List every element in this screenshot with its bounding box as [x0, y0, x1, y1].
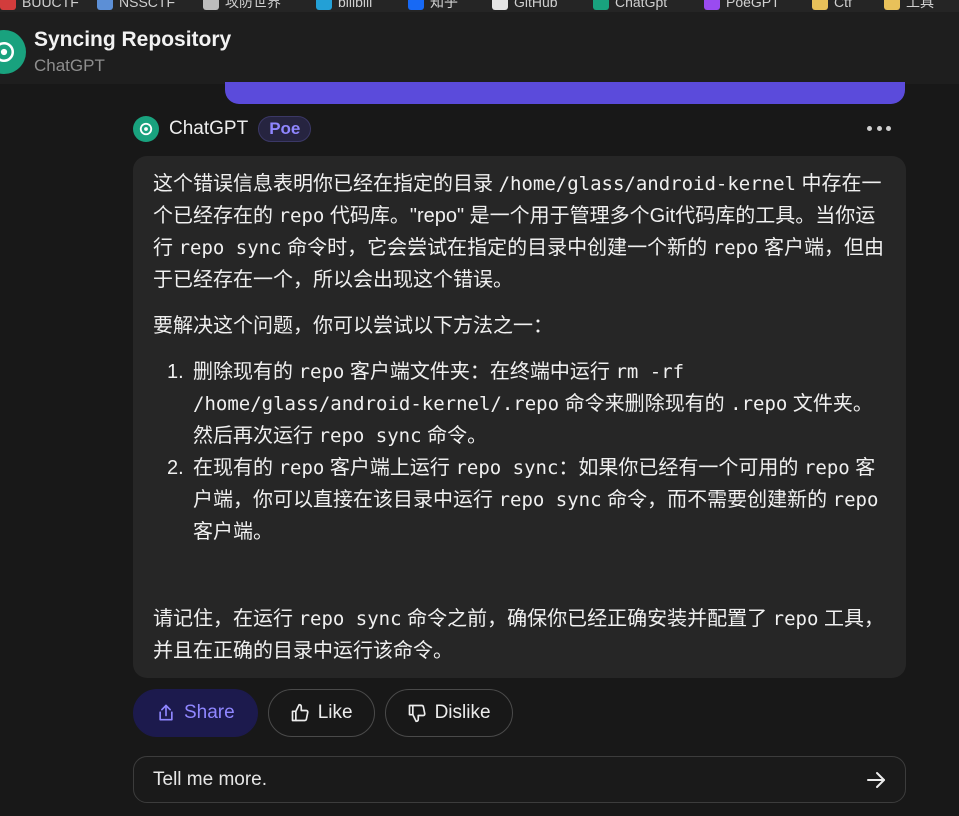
text-run: 请记住，在运行: [153, 608, 299, 630]
send-arrow-icon[interactable]: [862, 766, 890, 794]
message-input[interactable]: [153, 765, 833, 795]
like-button[interactable]: Like: [267, 689, 375, 737]
inline-code: repo: [832, 489, 879, 511]
list-number: 2.: [167, 457, 184, 479]
text-run: 命令，而不需要创建新的: [601, 489, 833, 511]
inline-code: repo: [712, 237, 759, 259]
list-item: 2. 在现有的 repo 客户端上运行 repo sync：如果你已经有一个可用的…: [153, 452, 886, 548]
inline-code: repo sync: [455, 457, 559, 479]
chatgpt-icon: [593, 0, 609, 10]
bookmark-label: 知乎: [430, 0, 458, 10]
chatgpt-avatar-icon[interactable]: [0, 30, 26, 74]
bot-subtitle[interactable]: ChatGPT: [34, 56, 105, 76]
bookmark-item[interactable]: 工具: [884, 0, 934, 12]
thumbs-down-icon: [408, 704, 426, 723]
message-paragraph: 这个错误信息表明你已经在指定的目录 /home/glass/android-ke…: [153, 168, 886, 296]
dislike-label: Dislike: [434, 702, 491, 723]
text-run: 客户端。: [193, 521, 273, 543]
share-label: Share: [184, 702, 235, 723]
bookmark-item[interactable]: NSSCTF: [97, 0, 175, 12]
github-icon: [492, 0, 508, 10]
inline-code: repo sync: [318, 425, 422, 447]
bookmark-item[interactable]: 知乎: [408, 0, 458, 12]
bookmark-label: NSSCTF: [119, 0, 175, 10]
bot-message: 这个错误信息表明你已经在指定的目录 /home/glass/android-ke…: [133, 156, 906, 678]
bookmark-item[interactable]: GitHub: [492, 0, 558, 12]
poe-badge: Poe: [258, 116, 312, 142]
bot-name[interactable]: ChatGPT: [169, 118, 248, 140]
dislike-button[interactable]: Dislike: [384, 689, 513, 737]
text-run: 删除现有的: [193, 361, 299, 383]
text-run: 客户端文件夹：在终端中运行: [344, 361, 616, 383]
folder-icon: [884, 0, 900, 10]
list-number: 1.: [167, 361, 184, 383]
share-button[interactable]: Share: [133, 689, 258, 737]
bookmark-red-icon: [0, 0, 16, 10]
inline-code: repo: [298, 361, 345, 383]
previous-user-message-bubble: [225, 82, 905, 104]
bookmark-label: 工具: [906, 0, 934, 10]
inline-code: .repo: [730, 393, 788, 415]
inline-code: repo sync: [178, 237, 282, 259]
bookmark-item[interactable]: bilibili: [316, 0, 372, 12]
list-item: 1. 删除现有的 repo 客户端文件夹：在终端中运行 rm -rf /home/…: [153, 356, 886, 452]
text-run: 这个错误信息表明你已经在指定的目录: [153, 173, 499, 195]
inline-code: repo: [803, 457, 850, 479]
inline-code: repo: [278, 457, 325, 479]
text-run: 在现有的: [193, 457, 279, 479]
text-run: 命令来删除现有的: [559, 393, 731, 415]
inline-code: repo sync: [298, 608, 402, 630]
text-run: 命令时，它会尝试在指定的目录中创建一个新的: [281, 237, 713, 259]
text-run: 命令之前，确保你已经正确安装并配置了: [401, 608, 773, 630]
bookmarks-bar: BUUCTF NSSCTF 攻防世界 bilibili 知乎 GitHub ChatGpt P…: [0, 0, 959, 12]
poe-icon: [704, 0, 720, 10]
share-icon: [159, 704, 173, 721]
bookmark-label: Ctf: [834, 0, 852, 10]
text-run: 命令。: [421, 425, 488, 447]
message-paragraph: 要解决这个问题，你可以尝试以下方法之一：: [153, 315, 553, 337]
more-options-icon[interactable]: [864, 118, 894, 138]
message-actions: Share Like Dislike: [133, 689, 513, 737]
inline-code: repo: [278, 205, 325, 227]
message-list: 1. 删除现有的 repo 客户端文件夹：在终端中运行 rm -rf /home/…: [153, 356, 886, 548]
conversation-title: Syncing Repository: [34, 28, 232, 51]
message-composer: [133, 756, 906, 803]
bookmark-item[interactable]: 攻防世界: [203, 0, 281, 12]
bookmark-label: PoeGPT: [726, 0, 780, 10]
folder-icon: [812, 0, 828, 10]
bookmark-item[interactable]: Ctf: [812, 0, 852, 12]
zhihu-icon: [408, 0, 424, 10]
message-paragraph: 请记住，在运行 repo sync 命令之前，确保你已经正确安装并配置了 rep…: [153, 603, 886, 667]
message-header: ChatGPT Poe: [133, 114, 312, 144]
globe-icon: [203, 0, 219, 10]
text-run: 客户端上运行: [324, 457, 456, 479]
chatgpt-avatar-icon[interactable]: [133, 116, 159, 142]
text-run: ：如果你已经有一个可用的: [558, 457, 804, 479]
bookmark-label: bilibili: [338, 0, 373, 10]
bookmark-label: ChatGpt: [615, 0, 668, 10]
bookmark-item[interactable]: BUUCTF: [0, 0, 79, 12]
inline-code: repo sync: [498, 489, 602, 511]
inline-code: /home/glass/android-kernel: [498, 173, 796, 195]
bookmark-item[interactable]: ChatGpt: [593, 0, 667, 12]
thumbs-up-icon: [291, 703, 309, 722]
bookmark-label: BUUCTF: [22, 0, 79, 10]
bookmark-item[interactable]: PoeGPT: [704, 0, 780, 12]
bilibili-icon: [316, 0, 332, 10]
bookmark-label: GitHub: [514, 0, 558, 10]
nssctf-icon: [97, 0, 113, 10]
conversation-header: Syncing Repository ChatGPT: [0, 12, 959, 104]
inline-code: repo: [772, 608, 819, 630]
like-label: Like: [317, 702, 353, 723]
bookmark-label: 攻防世界: [225, 0, 281, 10]
